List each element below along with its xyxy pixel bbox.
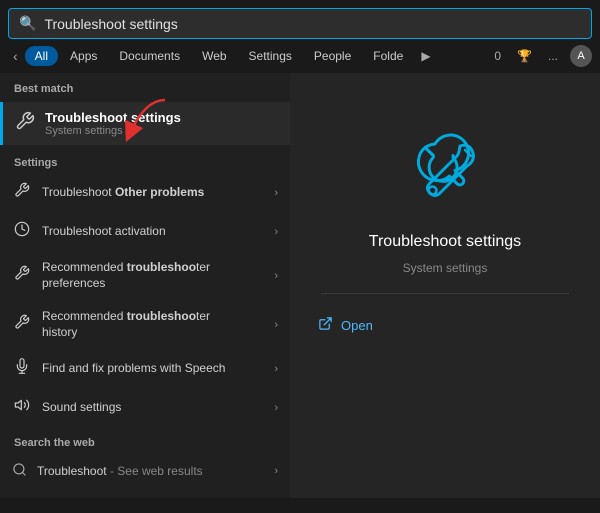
tab-web[interactable]: Web (192, 46, 236, 66)
result-count: 0 (490, 47, 505, 65)
sound-chevron: › (274, 402, 278, 414)
tab-people[interactable]: People (304, 46, 361, 66)
right-title: Troubleshoot settings (369, 233, 521, 251)
speech-text: Find and fix problems with Speech (42, 361, 264, 377)
recommended-history-text: Recommended troubleshooterhistory (42, 309, 264, 340)
best-match-title: Troubleshoot settings (45, 110, 181, 125)
web-search-label: Search the web (0, 427, 290, 453)
sound-text: Sound settings (42, 400, 264, 416)
troubleshoot-other-chevron: › (274, 187, 278, 199)
right-subtitle: System settings (403, 261, 488, 275)
left-panel: Best match Troubleshoot settings System … (0, 73, 290, 498)
main-content: Best match Troubleshoot settings System … (0, 73, 600, 498)
best-match-item[interactable]: Troubleshoot settings System settings (0, 102, 290, 145)
web-search-query: Troubleshoot (37, 464, 107, 478)
best-match-text: Troubleshoot settings System settings (45, 110, 181, 137)
recommended-prefs-chevron: › (274, 270, 278, 282)
filter-tabs: ‹ All Apps Documents Web Settings People… (0, 45, 600, 73)
recommended-history-icon (12, 314, 32, 335)
troubleshoot-activation-text: Troubleshoot activation (42, 224, 264, 240)
web-search-item[interactable]: Troubleshoot - See web results › (0, 453, 290, 489)
open-icon (318, 316, 333, 334)
list-item-troubleshoot-other[interactable]: Troubleshoot Other problems › (0, 173, 290, 212)
best-match-label: Best match (0, 73, 290, 100)
tab-right-area: 0 🏆 ... A (490, 45, 592, 67)
best-match-title-plain: Troubleshoot (45, 110, 127, 125)
right-icon-area (395, 123, 495, 223)
list-item-recommended-history[interactable]: Recommended troubleshooterhistory › (0, 300, 290, 349)
recommended-prefs-text: Recommended troubleshooterpreferences (42, 260, 264, 291)
tab-folders[interactable]: Folde (363, 46, 413, 66)
tab-apps[interactable]: Apps (60, 46, 107, 66)
best-match-subtitle: System settings (45, 125, 181, 137)
recommended-history-chevron: › (274, 319, 278, 331)
recommended-prefs-icon (12, 265, 32, 286)
list-item-troubleshoot-activation[interactable]: Troubleshoot activation › (0, 212, 290, 251)
right-divider (321, 293, 569, 294)
search-bar: 🔍 (8, 8, 592, 39)
list-item-speech[interactable]: Find and fix problems with Speech › (0, 349, 290, 388)
troubleshoot-other-text: Troubleshoot Other problems (42, 185, 264, 201)
tab-more-play[interactable]: ▶ (417, 47, 434, 65)
troubleshoot-other-icon (12, 182, 32, 203)
back-button[interactable]: ‹ (8, 45, 23, 67)
troubleshoot-activation-chevron: › (274, 226, 278, 238)
troubleshoot-activation-icon (12, 221, 32, 242)
trophey-icon: 🏆 (513, 47, 536, 65)
web-search-icon (12, 462, 27, 480)
tab-documents[interactable]: Documents (109, 46, 190, 66)
avatar[interactable]: A (570, 45, 592, 67)
open-button[interactable]: Open (310, 312, 381, 338)
open-label: Open (341, 318, 373, 333)
speech-chevron: › (274, 363, 278, 375)
best-match-icon (15, 111, 35, 136)
more-options[interactable]: ... (544, 47, 562, 65)
sound-icon (12, 397, 32, 418)
best-match-title-bold: settings (127, 110, 180, 125)
web-search-chevron: › (274, 465, 278, 477)
search-input[interactable] (44, 16, 581, 32)
right-panel: Troubleshoot settings System settings Op… (290, 73, 600, 498)
search-icon: 🔍 (19, 15, 36, 32)
list-item-recommended-prefs[interactable]: Recommended troubleshooterpreferences › (0, 251, 290, 300)
speech-icon (12, 358, 32, 379)
settings-section-label: Settings (0, 147, 290, 173)
list-item-sound[interactable]: Sound settings › (0, 388, 290, 427)
web-search-text: Troubleshoot - See web results (37, 464, 203, 478)
tab-settings[interactable]: Settings (239, 46, 302, 66)
tab-all[interactable]: All (25, 46, 58, 66)
web-search-suffix: - See web results (107, 464, 203, 478)
